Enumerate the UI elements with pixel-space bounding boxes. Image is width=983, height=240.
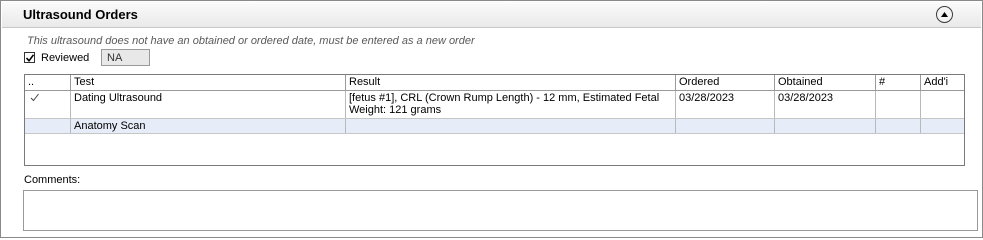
table-row[interactable]: Dating Ultrasound [fetus #1], CRL (Crown… — [25, 91, 964, 119]
obtained-cell — [775, 119, 876, 133]
comments-label: Comments: — [24, 174, 81, 186]
checkmark-icon — [25, 54, 35, 63]
column-header-test[interactable]: Test — [71, 75, 346, 91]
column-header-ordered[interactable]: Ordered — [676, 75, 775, 91]
result-cell: [fetus #1], CRL (Crown Rump Length) - 12… — [346, 91, 676, 118]
panel-title: Ultrasound Orders — [23, 7, 138, 22]
ordered-cell: 03/28/2023 — [676, 91, 775, 118]
additional-cell — [921, 91, 964, 118]
ordered-cell — [676, 119, 775, 133]
additional-cell — [921, 119, 964, 133]
chevron-up-icon — [941, 12, 948, 17]
column-header-result[interactable]: Result — [346, 75, 676, 91]
reviewed-value-field[interactable]: NA — [101, 49, 150, 66]
ultrasound-orders-panel: Ultrasound Orders This ultrasound does n… — [0, 0, 983, 238]
reviewed-label: Reviewed — [41, 52, 90, 64]
reviewed-checkbox[interactable] — [24, 52, 35, 63]
obtained-cell: 03/28/2023 — [775, 91, 876, 118]
column-header-additional[interactable]: Add'i — [921, 75, 964, 91]
checkmark-icon — [30, 93, 39, 102]
date-notice: This ultrasound does not have an obtaine… — [27, 35, 475, 47]
row-mark-cell — [25, 119, 71, 133]
count-cell — [876, 91, 921, 118]
panel-header: Ultrasound Orders — [2, 2, 981, 28]
table-row[interactable]: Anatomy Scan — [25, 119, 964, 134]
result-cell — [346, 119, 676, 133]
orders-grid: .. Test Result Ordered Obtained # Add'i … — [24, 74, 965, 166]
column-header-obtained[interactable]: Obtained — [775, 75, 876, 91]
column-header-count[interactable]: # — [876, 75, 921, 91]
test-cell: Dating Ultrasound — [71, 91, 346, 118]
comments-textarea[interactable] — [23, 190, 978, 231]
row-mark-cell — [25, 91, 71, 118]
count-cell — [876, 119, 921, 133]
test-cell: Anatomy Scan — [71, 119, 346, 133]
collapse-button[interactable] — [936, 6, 953, 23]
column-header-select[interactable]: .. — [25, 75, 71, 91]
